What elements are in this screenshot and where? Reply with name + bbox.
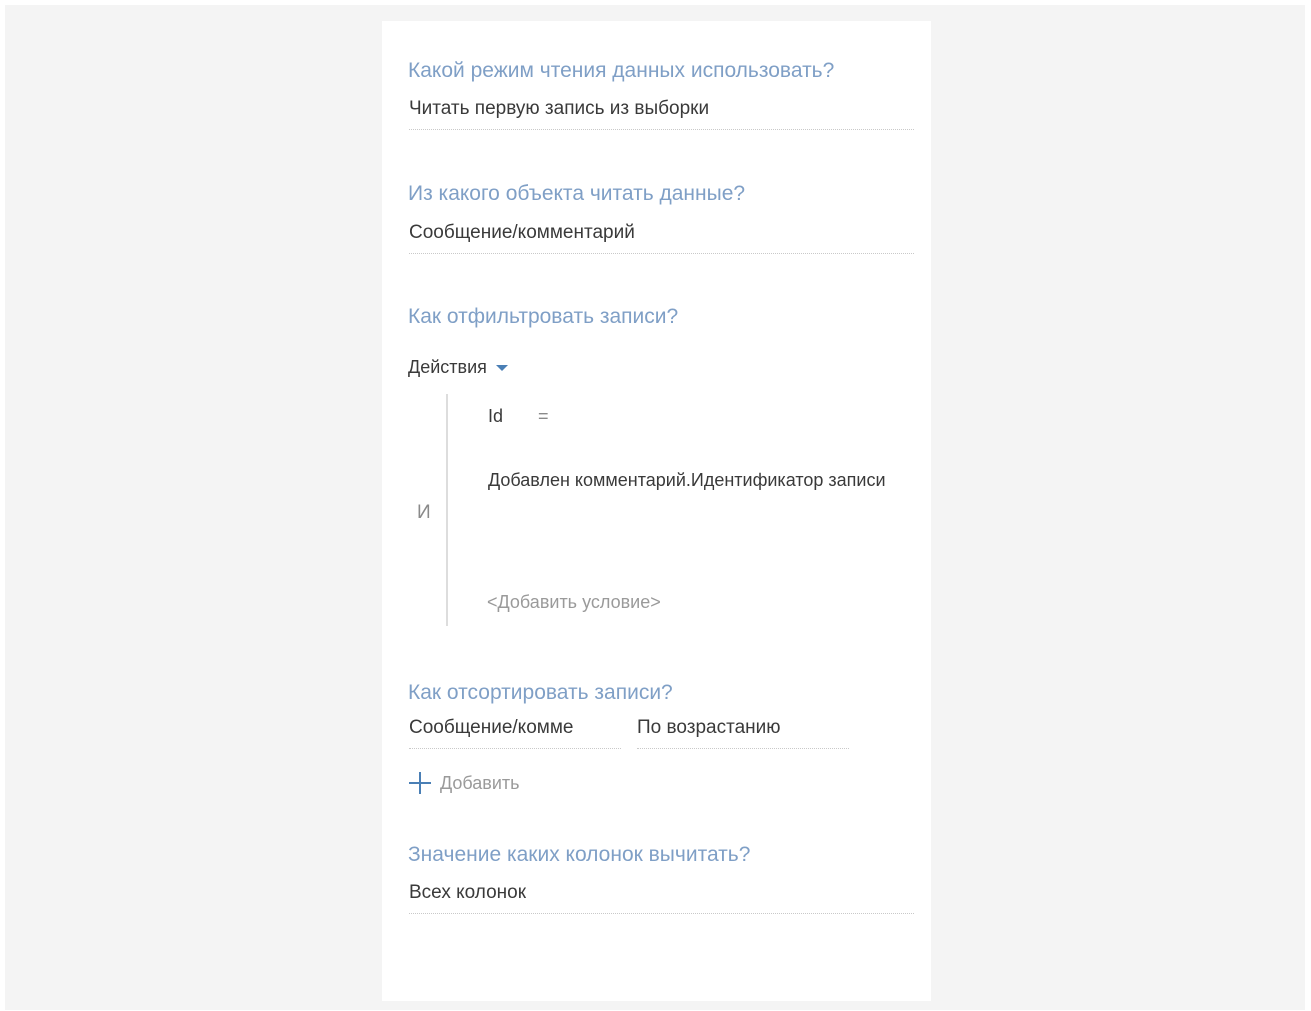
read-mode-value: Читать первую запись из выборки: [409, 98, 710, 119]
plus-icon: [409, 772, 431, 794]
source-object-value: Сообщение/комментарий: [409, 222, 635, 243]
filter-condition-value[interactable]: Добавлен комментарий.Идентификатор запис…: [488, 455, 888, 506]
columns-question: Значение каких колонок вычитать?: [408, 843, 751, 866]
read-mode-field[interactable]: Читать первую запись из выборки: [409, 90, 914, 130]
filter-condition-operator[interactable]: =: [538, 406, 549, 427]
filter-group-bracket: [446, 394, 448, 626]
sort-column-value: Сообщение/комме: [409, 717, 574, 738]
process-element-settings-panel: Какой режим чтения данных использовать? …: [382, 21, 931, 1001]
sorting-question: Как отсортировать записи?: [408, 681, 673, 704]
page-background: Какой режим чтения данных использовать? …: [5, 5, 1305, 1010]
sort-column-field[interactable]: Сообщение/комме: [409, 709, 621, 749]
add-sort-button[interactable]: Добавить: [409, 772, 520, 794]
filter-condition-column[interactable]: Id: [488, 406, 503, 427]
source-object-question: Из какого объекта читать данные?: [408, 182, 746, 205]
filter-group-operator[interactable]: И: [417, 502, 431, 524]
caret-down-icon: [495, 364, 508, 371]
add-condition-link[interactable]: <Добавить условие>: [487, 592, 661, 613]
sort-direction-value: По возрастанию: [637, 717, 781, 738]
sort-direction-field[interactable]: По возрастанию: [637, 709, 849, 749]
source-object-field[interactable]: Сообщение/комментарий: [409, 214, 914, 254]
filter-question: Как отфильтровать записи?: [408, 305, 679, 328]
read-mode-question: Какой режим чтения данных использовать?: [408, 59, 835, 82]
filter-actions-label: Действия: [408, 357, 487, 377]
columns-field[interactable]: Всех колонок: [409, 874, 914, 914]
columns-value: Всех колонок: [409, 882, 527, 903]
add-sort-label: Добавить: [440, 772, 520, 793]
filter-actions-dropdown[interactable]: Действия: [408, 357, 508, 378]
